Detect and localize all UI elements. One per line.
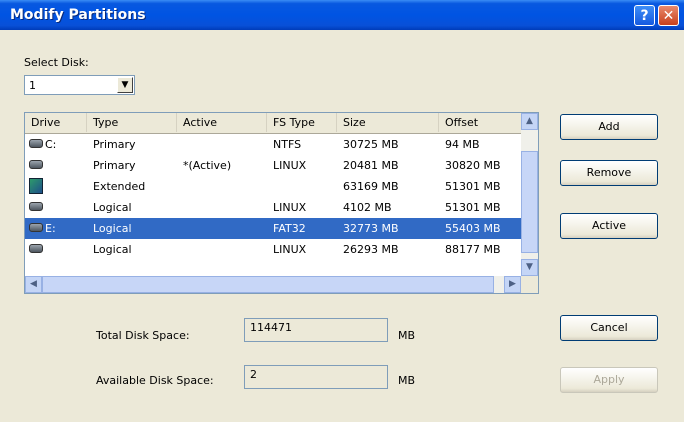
partition-row[interactable]: Logical LINUX 26293 MB 88177 MB — [25, 239, 521, 260]
vertical-scrollbar[interactable]: ▲ ▼ — [521, 113, 538, 276]
available-disk-space-label: Available Disk Space: — [96, 374, 214, 387]
type-cell: Logical — [93, 222, 132, 235]
drive-cell — [25, 197, 87, 218]
active-cell — [177, 239, 267, 260]
offset-cell: 30820 MB — [445, 159, 501, 172]
drive-letter: E: — [45, 222, 56, 235]
scroll-up-icon[interactable]: ▲ — [521, 113, 538, 130]
active-button[interactable]: Active — [560, 213, 658, 239]
offset-cell: 51301 MB — [445, 201, 501, 214]
chevron-down-icon[interactable]: ▼ — [117, 77, 133, 93]
remove-button[interactable]: Remove — [560, 160, 658, 186]
column-fs-type[interactable]: FS Type — [267, 113, 337, 132]
hard-drive-icon — [29, 202, 43, 211]
fs-type-cell: LINUX — [273, 159, 307, 172]
total-disk-space-label: Total Disk Space: — [96, 329, 190, 342]
extended-partition-icon — [29, 178, 43, 194]
apply-button[interactable]: Apply — [560, 367, 658, 393]
hard-drive-icon — [29, 139, 43, 148]
size-cell: 20481 MB — [343, 159, 399, 172]
title-bar[interactable]: Modify Partitions ? ✕ — [0, 0, 684, 30]
column-type[interactable]: Type — [87, 113, 177, 132]
fs-type-cell — [267, 176, 337, 197]
hard-drive-icon — [29, 244, 43, 253]
total-disk-space-unit: MB — [398, 329, 416, 342]
vertical-scroll-thumb[interactable] — [521, 151, 538, 253]
scroll-corner — [521, 276, 538, 293]
active-cell — [177, 218, 267, 239]
partition-row[interactable]: C: Primary NTFS 30725 MB 94 MB — [25, 134, 521, 155]
drive-cell — [25, 155, 87, 176]
fs-type-cell: LINUX — [273, 243, 307, 256]
size-cell: 30725 MB — [343, 138, 399, 151]
size-cell: 26293 MB — [343, 243, 399, 256]
hard-drive-icon — [29, 160, 43, 169]
horizontal-scrollbar[interactable]: ◀ ▶ — [25, 276, 521, 293]
drive-cell: C: — [25, 134, 87, 155]
type-cell: Primary — [93, 138, 136, 151]
partition-row[interactable]: Logical LINUX 4102 MB 51301 MB — [25, 197, 521, 218]
hard-drive-icon — [29, 223, 43, 232]
offset-cell: 88177 MB — [445, 243, 501, 256]
scroll-down-icon[interactable]: ▼ — [521, 259, 538, 276]
active-cell — [177, 134, 267, 155]
partition-list[interactable]: Drive Type Active FS Type Size Offset C:… — [24, 112, 539, 294]
type-cell: Primary — [93, 159, 136, 172]
size-cell: 32773 MB — [343, 222, 399, 235]
add-button[interactable]: Add — [560, 114, 658, 140]
drive-cell: E: — [25, 218, 87, 239]
available-disk-space-unit: MB — [398, 374, 416, 387]
active-cell — [177, 197, 267, 218]
close-button[interactable]: ✕ — [658, 5, 679, 26]
offset-cell: 94 MB — [445, 138, 480, 151]
select-disk-value: 1 — [29, 79, 36, 92]
available-disk-space-field: 2 — [244, 365, 388, 389]
partition-row[interactable]: E: Logical FAT32 32773 MB 55403 MB — [25, 218, 521, 239]
active-cell: *(Active) — [183, 159, 232, 172]
drive-cell — [25, 239, 87, 260]
fs-type-cell: NTFS — [273, 138, 302, 151]
partition-row[interactable]: Primary *(Active) LINUX 20481 MB 30820 MB — [25, 155, 521, 176]
drive-cell — [25, 176, 87, 197]
type-cell: Logical — [93, 201, 132, 214]
partition-row[interactable]: Extended 63169 MB 51301 MB — [25, 176, 521, 197]
size-cell: 4102 MB — [343, 201, 392, 214]
active-cell — [177, 176, 267, 197]
select-disk-dropdown[interactable]: 1 ▼ — [24, 75, 135, 95]
window-title: Modify Partitions — [10, 7, 146, 23]
scroll-right-icon[interactable]: ▶ — [504, 276, 521, 293]
size-cell: 63169 MB — [343, 180, 399, 193]
fs-type-cell: FAT32 — [273, 222, 306, 235]
select-disk-label: Select Disk: — [24, 56, 89, 69]
partition-list-header: Drive Type Active FS Type Size Offset — [25, 113, 521, 134]
scroll-left-icon[interactable]: ◀ — [25, 276, 42, 293]
drive-letter: C: — [45, 138, 57, 151]
offset-cell: 55403 MB — [445, 222, 501, 235]
horizontal-scroll-thumb[interactable] — [42, 276, 494, 293]
column-drive[interactable]: Drive — [25, 113, 87, 132]
fs-type-cell: LINUX — [273, 201, 307, 214]
column-offset[interactable]: Offset — [439, 113, 521, 132]
total-disk-space-field: 114471 — [244, 318, 388, 342]
column-size[interactable]: Size — [337, 113, 439, 132]
column-active[interactable]: Active — [177, 113, 267, 132]
type-cell: Logical — [93, 243, 132, 256]
help-button[interactable]: ? — [634, 5, 655, 26]
cancel-button[interactable]: Cancel — [560, 315, 658, 341]
type-cell: Extended — [93, 180, 146, 193]
offset-cell: 51301 MB — [445, 180, 501, 193]
